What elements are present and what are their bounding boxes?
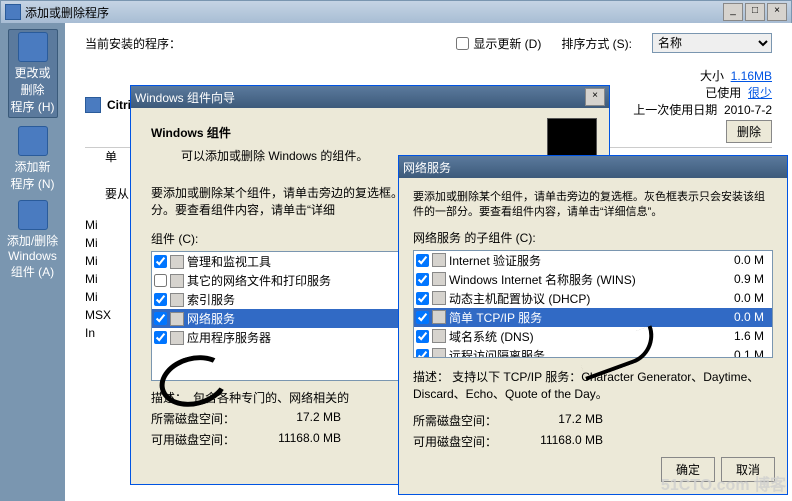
program-info: 大小 1.16MB 已使用 很少 上一次使用日期 2010-7-2 删除: [633, 67, 772, 143]
program-icon: [85, 97, 101, 113]
service-icon: [432, 272, 446, 286]
size-link[interactable]: 1.16MB: [731, 69, 772, 83]
show-updates-checkbox[interactable]: 显示更新 (D): [456, 35, 541, 52]
subcomponents-label: 网络服务 的子组件 (C):: [413, 229, 773, 246]
service-icon: [432, 253, 446, 267]
subcomp-checkbox[interactable]: [416, 254, 429, 267]
sub-disk-avail-label: 可用磁盘空间：: [413, 433, 523, 450]
size-cell: 0.0 M: [734, 253, 770, 267]
sub-disk-req-value: 17.2 MB: [523, 412, 603, 429]
size-cell: 1.6 M: [734, 329, 770, 343]
add-new-icon: [18, 126, 48, 156]
sort-select[interactable]: 名称: [652, 33, 772, 53]
minimize-button[interactable]: _: [723, 3, 743, 21]
subcomp-row[interactable]: Internet 验证服务0.0 M: [414, 251, 772, 270]
size-cell: 0.0 M: [734, 291, 770, 305]
sort-label: 排序方式 (S):: [561, 35, 632, 52]
side-change-remove[interactable]: 更改或 删除 程序 (H): [8, 29, 58, 118]
ok-button[interactable]: 确定: [661, 457, 715, 482]
subcomp-checkbox[interactable]: [416, 273, 429, 286]
wizard-heading: Windows 组件: [151, 124, 589, 141]
main-titlebar: 添加或删除程序 _ □ ×: [1, 1, 791, 23]
disk-avail-label: 可用磁盘空间：: [151, 431, 261, 448]
size-cell: 0.0 M: [734, 310, 770, 324]
app-icon: [5, 4, 21, 20]
subcomp-checkbox[interactable]: [416, 311, 429, 324]
component-checkbox[interactable]: [154, 293, 167, 306]
service-icon: [432, 310, 446, 324]
sub-desc-text: 要添加或删除某个组件，请单击旁边的复选框。灰色框表示只会安装该组件的一部分。要查…: [413, 190, 773, 221]
subcomp-row[interactable]: 域名系统 (DNS)1.6 M: [414, 327, 772, 346]
sub-desc-label: 描述：: [413, 370, 449, 384]
main-window: 添加或删除程序 _ □ ×: [0, 0, 792, 23]
component-desc-label: 描述：: [151, 391, 187, 405]
folder-icon: [170, 293, 184, 307]
folder-icon: [170, 274, 184, 288]
subcomponents-listbox[interactable]: Internet 验证服务0.0 M Windows Internet 名称服务…: [413, 250, 773, 358]
network-services-window: 网络服务 要添加或删除某个组件，请单击旁边的复选框。灰色框表示只会安装该组件的一…: [398, 155, 788, 495]
subcomp-row[interactable]: 动态主机配置协议 (DHCP)0.0 M: [414, 289, 772, 308]
remove-button[interactable]: 删除: [726, 120, 772, 143]
subcomp-row[interactable]: 远程访问隔离服务0.1 M: [414, 346, 772, 358]
side-panel: 更改或 删除 程序 (H) 添加新 程序 (N) 添加/删除 Windows 组…: [0, 23, 65, 501]
wizard-titlebar: Windows 组件向导 ×: [131, 86, 609, 108]
maximize-button[interactable]: □: [745, 3, 765, 21]
close-button[interactable]: ×: [767, 3, 787, 21]
component-checkbox[interactable]: [154, 255, 167, 268]
cancel-button[interactable]: 取消: [721, 457, 775, 482]
subcomp-checkbox[interactable]: [416, 330, 429, 343]
subcomp-checkbox[interactable]: [416, 292, 429, 305]
subcomp-checkbox[interactable]: [416, 349, 429, 358]
service-icon: [432, 348, 446, 358]
service-icon: [432, 291, 446, 305]
subcomp-row-selected[interactable]: 简单 TCP/IP 服务0.0 M: [414, 308, 772, 327]
size-cell: 0.1 M: [734, 348, 770, 358]
folder-icon: [170, 312, 184, 326]
sub-disk-req-label: 所需磁盘空间：: [413, 412, 523, 429]
windows-comp-icon: [18, 200, 48, 230]
main-title: 添加或删除程序: [25, 4, 109, 21]
component-desc-text: 包含各种专门的、网络相关的: [193, 391, 349, 405]
component-checkbox[interactable]: [154, 312, 167, 325]
used-link[interactable]: 很少: [748, 86, 772, 100]
disk-req-label: 所需磁盘空间：: [151, 410, 261, 427]
service-icon: [432, 329, 446, 343]
folder-icon: [170, 331, 184, 345]
sub-disk-avail-value: 11168.0 MB: [523, 433, 603, 450]
component-checkbox[interactable]: [154, 274, 167, 287]
subcomp-row[interactable]: Windows Internet 名称服务 (WINS)0.9 M: [414, 270, 772, 289]
size-cell: 0.9 M: [734, 272, 770, 286]
component-checkbox[interactable]: [154, 331, 167, 344]
sub-desc-value: 支持以下 TCP/IP 服务：Character Generator、Dayti…: [413, 370, 759, 401]
side-windows-components[interactable]: 添加/删除 Windows 组件 (A): [7, 200, 58, 280]
installed-label: 当前安装的程序：: [85, 35, 181, 52]
wizard-close-button[interactable]: ×: [585, 88, 605, 106]
change-remove-icon: [18, 32, 48, 62]
disk-req-value: 17.2 MB: [261, 410, 341, 427]
disk-avail-value: 11168.0 MB: [261, 431, 341, 448]
side-add-new[interactable]: 添加新 程序 (N): [11, 126, 55, 192]
sub-title: 网络服务: [403, 159, 451, 176]
folder-icon: [170, 255, 184, 269]
sub-titlebar: 网络服务: [399, 156, 787, 178]
wizard-title: Windows 组件向导: [135, 89, 235, 106]
